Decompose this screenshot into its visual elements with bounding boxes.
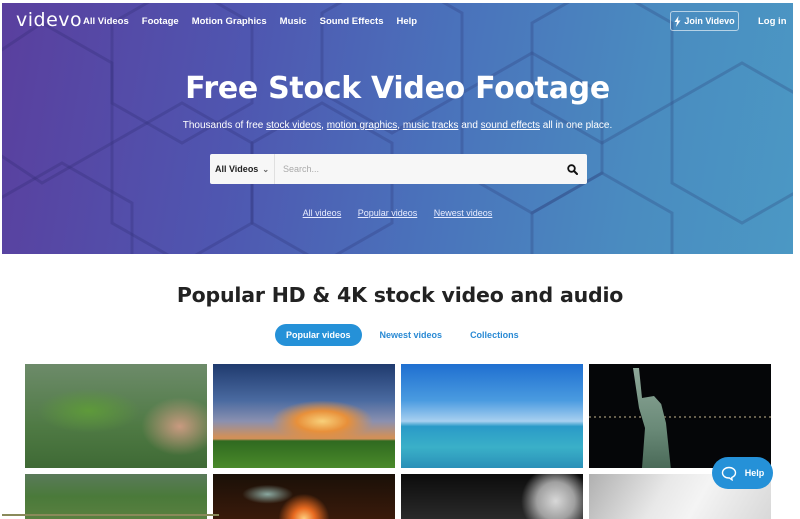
video-grid [25,364,771,519]
nav-footage[interactable]: Footage [142,16,179,27]
search-category-label: All Videos [214,164,259,174]
newest-videos-link[interactable]: Newest videos [434,208,493,218]
search-bar: All Videos ⌄ [210,154,587,184]
popular-videos-link[interactable]: Popular videos [358,208,418,218]
video-thumbnail[interactable] [401,364,583,468]
search-button[interactable] [557,154,587,184]
nav-sound-effects[interactable]: Sound Effects [320,16,384,27]
join-videvo-button[interactable]: Join Videvo [670,11,739,31]
statue-shape [633,368,671,468]
nav-motion-graphics[interactable]: Motion Graphics [192,16,267,27]
motion-graphics-link[interactable]: motion graphics [327,120,398,131]
video-thumbnail[interactable] [213,474,395,519]
video-thumbnail[interactable] [25,364,207,468]
content-tabs: Popular videos Newest videos Collections [275,324,547,346]
search-input[interactable] [275,154,557,184]
hero-banner: videvo All Videos Footage Motion Graphic… [2,3,793,254]
music-tracks-link[interactable]: music tracks [403,120,459,131]
video-thumbnail[interactable] [213,364,395,468]
login-link[interactable]: Log in [758,16,787,27]
sound-effects-link[interactable]: sound effects [481,120,540,131]
tab-popular-videos[interactable]: Popular videos [275,324,362,346]
nav-music[interactable]: Music [280,16,307,27]
nav-all-videos[interactable]: All Videos [83,16,129,27]
help-label: Help [744,468,765,478]
nav-links: All Videos Footage Motion Graphics Music… [83,16,430,27]
lightning-bolt-icon [674,15,681,27]
subtitle-text: all in one place. [539,120,613,131]
section-title: Popular HD & 4K stock video and audio [176,283,624,307]
city-lights [589,416,771,418]
stock-videos-link[interactable]: stock videos [266,120,321,131]
scroll-indicator [2,514,219,516]
video-thumbnail[interactable] [589,364,771,468]
help-widget-button[interactable]: Help [712,457,773,489]
top-navigation: videvo All Videos Footage Motion Graphic… [2,3,793,41]
chat-bubble-icon [721,466,736,481]
quick-links: All videos Popular videos Newest videos [2,208,793,218]
video-thumbnail[interactable] [25,474,207,519]
subtitle-text: Thousands of free [182,120,267,131]
search-category-dropdown[interactable]: All Videos ⌄ [210,154,275,184]
subtitle-text: and [458,120,481,131]
join-videvo-label: Join Videvo [684,16,735,26]
video-thumbnail[interactable] [401,474,583,519]
videvo-logo[interactable]: videvo [16,9,82,31]
hero-title: Free Stock Video Footage [185,71,610,106]
all-videos-link[interactable]: All videos [303,208,342,218]
chevron-down-icon: ⌄ [262,164,270,174]
search-icon [566,163,578,175]
hero-subtitle: Thousands of free stock videos, motion g… [2,120,793,131]
nav-help[interactable]: Help [396,16,417,27]
tab-newest-videos[interactable]: Newest videos [380,330,443,340]
tab-collections[interactable]: Collections [470,330,519,340]
